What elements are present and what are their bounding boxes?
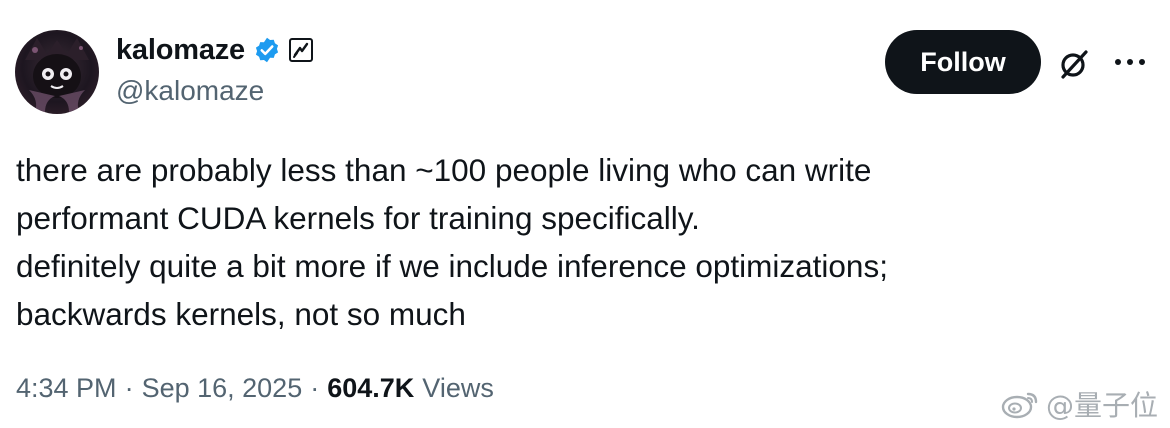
- tweet-line: definitely quite a bit more if we includ…: [16, 248, 888, 284]
- tweet-line: backwards kernels, not so much: [16, 296, 466, 332]
- verified-badge-icon[interactable]: [253, 36, 281, 64]
- author-name-row: kalomaze: [116, 33, 313, 67]
- author-display-name[interactable]: kalomaze: [116, 33, 245, 67]
- grok-icon[interactable]: [1054, 44, 1094, 84]
- views-count: 604.7K: [327, 373, 415, 403]
- tweet-line: there are probably less than ~100 people…: [16, 152, 872, 188]
- views-label: Views: [422, 373, 494, 403]
- affiliate-badge-icon[interactable]: [288, 38, 313, 62]
- meta-separator: ·: [124, 373, 134, 403]
- meta-separator: ·: [310, 373, 320, 403]
- watermark: @量子位: [1000, 384, 1158, 424]
- more-icon[interactable]: [1108, 44, 1152, 80]
- weibo-logo-icon: [1001, 392, 1038, 419]
- tweet-meta: 4:34 PM · Sep 16, 2025 · 604.7K Views: [16, 368, 494, 408]
- watermark-text: @量子位: [1045, 389, 1158, 422]
- tweet-date[interactable]: Sep 16, 2025: [142, 368, 303, 408]
- tweet-time[interactable]: 4:34 PM: [16, 368, 117, 408]
- tweet-text: there are probably less than ~100 people…: [16, 146, 1116, 338]
- tweet-line: performant CUDA kernels for training spe…: [16, 200, 700, 236]
- author-handle[interactable]: @kalomaze: [116, 74, 264, 108]
- follow-button[interactable]: Follow: [885, 30, 1041, 94]
- avatar[interactable]: [15, 30, 99, 114]
- avatar-image: [25, 38, 89, 112]
